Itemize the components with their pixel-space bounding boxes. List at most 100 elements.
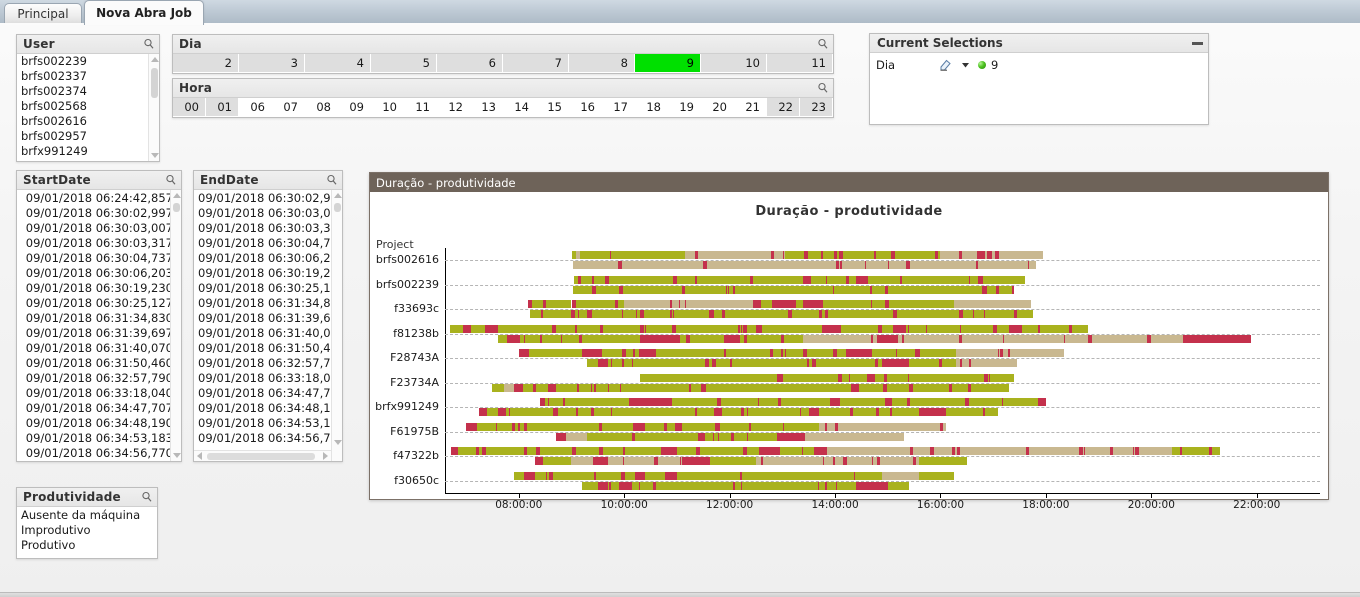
list-item[interactable]: 09/01/2018 06:24:42,857 bbox=[17, 191, 181, 206]
gantt-bar[interactable] bbox=[492, 383, 1009, 392]
enddate-vscrollbar[interactable] bbox=[331, 190, 342, 461]
list-item[interactable]: Improdutivo bbox=[17, 523, 157, 538]
list-item[interactable]: 09/01/2018 06:34:48,190 bbox=[17, 416, 181, 431]
value-cell[interactable]: 12 bbox=[437, 98, 470, 116]
list-item[interactable]: brfs002957 bbox=[17, 129, 159, 144]
value-cell[interactable]: 00 bbox=[173, 98, 206, 116]
list-item[interactable]: 09/01/2018 06:30:25,127 bbox=[17, 296, 181, 311]
value-cell[interactable]: 5 bbox=[371, 54, 437, 72]
chevron-down-icon[interactable] bbox=[961, 58, 970, 72]
list-item[interactable]: Produtivo bbox=[17, 538, 157, 553]
list-item[interactable]: 09/01/2018 06:34:56,770 bbox=[194, 431, 342, 446]
scroll-right-icon[interactable] bbox=[320, 451, 331, 462]
current-selection-row[interactable]: Dia 9 bbox=[876, 57, 1202, 72]
gantt-bar[interactable] bbox=[518, 349, 1065, 358]
scroll-down-icon[interactable] bbox=[332, 437, 342, 448]
list-item[interactable]: 09/01/2018 06:31:40,070 bbox=[17, 341, 181, 356]
value-cell[interactable]: 15 bbox=[536, 98, 569, 116]
scroll-up-icon[interactable] bbox=[332, 190, 342, 201]
list-item[interactable]: 09/01/2018 06:30:02,997 bbox=[194, 191, 342, 206]
value-cell[interactable]: 10 bbox=[701, 54, 767, 72]
value-cell[interactable]: 16 bbox=[569, 98, 602, 116]
gantt-bar[interactable] bbox=[534, 457, 967, 466]
list-item[interactable]: 09/01/2018 06:31:34,830 bbox=[194, 296, 342, 311]
gantt-bar[interactable] bbox=[582, 481, 909, 490]
startdate-body[interactable]: 09/01/2018 06:24:42,857 09/01/2018 06:30:… bbox=[17, 190, 181, 461]
minimize-icon[interactable] bbox=[1192, 41, 1203, 45]
gantt-bar[interactable] bbox=[451, 447, 1220, 456]
list-item[interactable]: 09/01/2018 06:31:39,697 bbox=[17, 326, 181, 341]
value-cell[interactable]: 21 bbox=[734, 98, 767, 116]
list-item[interactable]: brfs002374 bbox=[17, 84, 159, 99]
tab-nova-abra-job[interactable]: Nova Abra Job bbox=[84, 0, 204, 25]
list-item[interactable]: 09/01/2018 06:30:06,203 bbox=[194, 251, 342, 266]
enddate-hscrollbar[interactable] bbox=[194, 450, 331, 461]
value-cell[interactable]: 20 bbox=[701, 98, 734, 116]
list-item[interactable]: 09/01/2018 06:30:03,007 bbox=[194, 206, 342, 221]
gantt-bar[interactable] bbox=[479, 408, 999, 417]
scroll-thumb[interactable] bbox=[151, 68, 158, 98]
value-cell[interactable]: 7 bbox=[503, 54, 569, 72]
gantt-bar[interactable] bbox=[450, 324, 1089, 333]
scroll-left-icon[interactable] bbox=[194, 451, 205, 462]
search-icon[interactable] bbox=[326, 174, 338, 186]
list-item[interactable]: 09/01/2018 06:31:39,697 bbox=[194, 311, 342, 326]
value-cell[interactable]: 3 bbox=[239, 54, 305, 72]
value-cell[interactable]: 13 bbox=[470, 98, 503, 116]
gantt-bar[interactable] bbox=[466, 422, 946, 431]
value-cell[interactable]: 11 bbox=[767, 54, 833, 72]
scroll-thumb[interactable] bbox=[334, 203, 341, 212]
scroll-down-icon[interactable] bbox=[149, 150, 159, 161]
scroll-thumb[interactable] bbox=[173, 203, 180, 212]
scroll-thumb[interactable] bbox=[207, 452, 315, 460]
list-item[interactable]: brfx991249 bbox=[17, 144, 159, 159]
gantt-bar[interactable] bbox=[528, 300, 1032, 309]
gantt-bar[interactable] bbox=[587, 359, 1017, 368]
list-item[interactable]: brfs002337 bbox=[17, 69, 159, 84]
dia-cells[interactable]: 2 3 4 5 6 7 8 9 10 11 bbox=[173, 54, 833, 72]
list-item[interactable]: 09/01/2018 06:30:04,737 bbox=[17, 251, 181, 266]
value-cell[interactable]: 23 bbox=[800, 98, 833, 116]
gantt-bar[interactable] bbox=[571, 251, 1044, 260]
enddate-body[interactable]: 09/01/2018 06:30:02,997 09/01/2018 06:30:… bbox=[194, 190, 342, 461]
chart-plot-area[interactable]: Duração - produtividade Project brfs0026… bbox=[370, 192, 1328, 511]
user-listbox-body[interactable]: brfs002239 brfs002337 brfs002374 brfs002568… bbox=[17, 54, 159, 161]
search-icon[interactable] bbox=[143, 38, 155, 50]
produtividade-body[interactable]: Ausente da máquina Improdutivo Produtivo bbox=[17, 507, 157, 558]
value-cell[interactable]: 22 bbox=[767, 98, 800, 116]
list-item[interactable]: brfs002239 bbox=[17, 54, 159, 69]
search-icon[interactable] bbox=[817, 38, 829, 50]
search-icon[interactable] bbox=[817, 82, 829, 94]
list-item[interactable]: 09/01/2018 06:34:47,707 bbox=[17, 401, 181, 416]
list-item[interactable]: 09/01/2018 06:31:50,460 bbox=[194, 341, 342, 356]
value-cell[interactable]: 01 bbox=[206, 98, 239, 116]
chart-caption-bar[interactable]: Duração - produtividade bbox=[370, 173, 1328, 192]
list-item[interactable]: 09/01/2018 06:31:50,460 bbox=[17, 356, 181, 371]
gantt-bar[interactable] bbox=[497, 334, 1252, 343]
list-item[interactable]: 09/01/2018 06:31:40,070 bbox=[194, 326, 342, 341]
gantt-bar[interactable] bbox=[530, 310, 1033, 319]
value-cell[interactable]: 2 bbox=[173, 54, 239, 72]
user-listbox-scrollbar[interactable] bbox=[148, 54, 159, 161]
value-cell[interactable]: 10 bbox=[371, 98, 404, 116]
value-cell[interactable]: 11 bbox=[404, 98, 437, 116]
list-item[interactable]: 09/01/2018 06:33:18,040 bbox=[194, 371, 342, 386]
list-item[interactable]: 09/01/2018 06:30:03,317 bbox=[17, 236, 181, 251]
startdate-scrollbar[interactable] bbox=[170, 190, 181, 461]
list-item[interactable]: 09/01/2018 06:34:47,707 bbox=[194, 386, 342, 401]
list-item[interactable]: 09/01/2018 06:30:02,997 bbox=[17, 206, 181, 221]
list-item[interactable]: 09/01/2018 06:34:53,183 bbox=[17, 431, 181, 446]
tab-principal[interactable]: Principal bbox=[4, 3, 82, 24]
list-item[interactable]: 09/01/2018 06:30:19,230 bbox=[17, 281, 181, 296]
value-cell[interactable]: 06 bbox=[239, 98, 272, 116]
list-item[interactable]: 09/01/2018 06:32:57,790 bbox=[194, 356, 342, 371]
value-cell[interactable]: 18 bbox=[635, 98, 668, 116]
scroll-up-icon[interactable] bbox=[149, 54, 159, 65]
list-item[interactable]: 09/01/2018 06:30:19,230 bbox=[194, 266, 342, 281]
list-item[interactable]: 09/01/2018 06:30:03,007 bbox=[17, 221, 181, 236]
value-cell[interactable]: 8 bbox=[569, 54, 635, 72]
gantt-bar[interactable] bbox=[572, 261, 1037, 270]
list-item[interactable]: 09/01/2018 06:30:25,127 bbox=[194, 281, 342, 296]
search-icon[interactable] bbox=[141, 491, 153, 503]
list-item[interactable]: brfs002616 bbox=[17, 114, 159, 129]
